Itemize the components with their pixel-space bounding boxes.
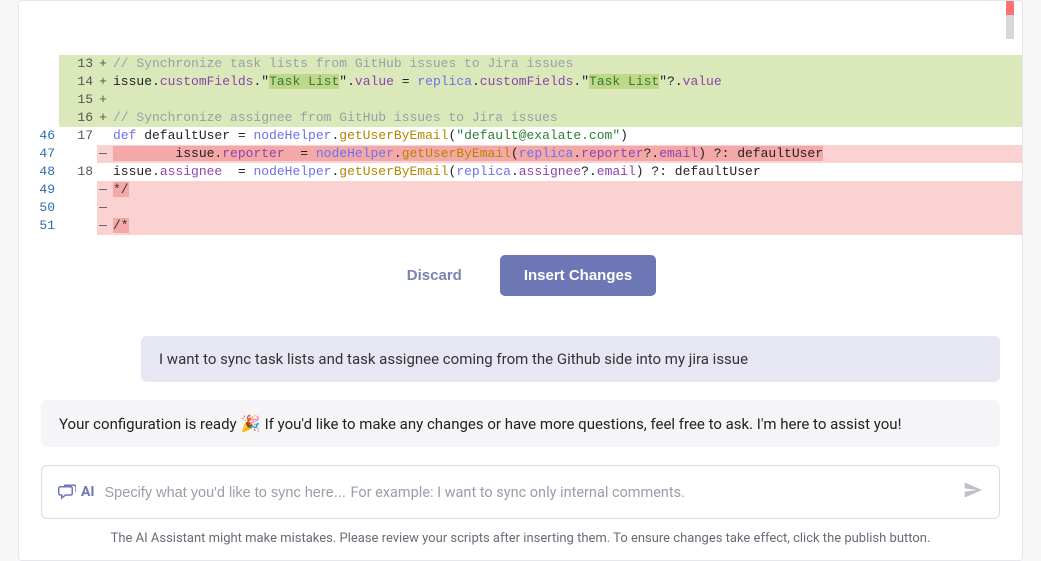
gutter-left [19, 109, 59, 127]
gutter-left: 48 [19, 163, 59, 181]
diff-marker: + [97, 55, 109, 73]
minimap-marker-viewport [1006, 15, 1014, 39]
diff-marker: + [97, 91, 109, 109]
diff-marker: — [97, 145, 109, 163]
code-content: issue.assignee = nodeHelper.getUserByEma… [109, 163, 1022, 181]
user-message: I want to sync task lists and task assig… [141, 336, 1000, 382]
gutter-left [19, 91, 59, 109]
gutter-left: 49 [19, 181, 59, 199]
diff-line: 50 — [19, 199, 1022, 217]
chat-area: I want to sync task lists and task assig… [19, 318, 1022, 560]
gutter-right: 13 [59, 55, 97, 73]
send-icon[interactable] [963, 480, 983, 504]
diff-marker: — [97, 199, 109, 217]
chat-input-row: AI For example: I want to sync only inte… [41, 465, 1000, 519]
diff-line: 51 —/* [19, 217, 1022, 235]
diff-line: 13+// Synchronize task lists from GitHub… [19, 55, 1022, 73]
insert-changes-button[interactable]: Insert Changes [500, 255, 656, 296]
chat-icon [58, 484, 76, 500]
diff-marker: — [97, 181, 109, 199]
gutter-right: 16 [59, 109, 97, 127]
diff-marker: + [97, 109, 109, 127]
diff-line: 4617 def defaultUser = nodeHelper.getUser… [19, 127, 1022, 145]
disclaimer-text: The AI Assistant might make mistakes. Pl… [41, 519, 1000, 550]
gutter-left: 51 [19, 217, 59, 235]
gutter-right: 18 [59, 163, 97, 181]
gutter-left [19, 55, 59, 73]
diff-marker: + [97, 73, 109, 91]
gutter-right [59, 145, 97, 163]
code-content [109, 91, 1022, 109]
diff-line: 15+ [19, 91, 1022, 109]
assistant-text-post: If you'd like to make any changes or hav… [265, 415, 902, 433]
gutter-right: 14 [59, 73, 97, 91]
assistant-message: Your configuration is ready 🎉 If you'd l… [41, 400, 1000, 447]
code-content: /* [109, 217, 1022, 235]
chat-input-wrapper[interactable]: For example: I want to sync only interna… [105, 484, 953, 501]
diff-line: 49 —*/ [19, 181, 1022, 199]
gutter-left: 46 [19, 127, 59, 145]
celebration-icon: 🎉 [241, 414, 261, 433]
code-content: issue.customFields."Task List".value = r… [109, 73, 1022, 91]
main-panel: 13+// Synchronize task lists from GitHub… [18, 0, 1023, 561]
code-content [109, 199, 1022, 217]
diff-marker: — [97, 217, 109, 235]
gutter-right [59, 217, 97, 235]
diff-marker [97, 163, 109, 181]
gutter-left: 50 [19, 199, 59, 217]
ai-badge: AI [58, 484, 95, 500]
action-buttons: Discard Insert Changes [19, 235, 1022, 318]
gutter-right [59, 199, 97, 217]
gutter-left [19, 73, 59, 91]
diff-line: 4818 issue.assignee = nodeHelper.getUserB… [19, 163, 1022, 181]
code-content: */ [109, 181, 1022, 199]
diff-line: 16+// Synchronize assignee from GitHub i… [19, 109, 1022, 127]
ai-label: AI [81, 484, 95, 500]
diff-line: 47 — issue.reporter = nodeHelper.getUserB… [19, 145, 1022, 163]
code-content: // Synchronize assignee from GitHub issu… [109, 109, 1022, 127]
minimap [1006, 1, 1016, 235]
gutter-left: 47 [19, 145, 59, 163]
discard-button[interactable]: Discard [385, 255, 484, 296]
diff-line: 14+issue.customFields."Task List".value … [19, 73, 1022, 91]
code-content: issue.reporter = nodeHelper.getUserByEma… [109, 145, 1022, 163]
code-content: // Synchronize task lists from GitHub is… [109, 55, 1022, 73]
gutter-right: 17 [59, 127, 97, 145]
code-content: def defaultUser = nodeHelper.getUserByEm… [109, 127, 1022, 145]
chat-input[interactable] [105, 485, 345, 501]
chat-input-hint: For example: I want to sync only interna… [351, 484, 685, 501]
diff-marker [97, 127, 109, 145]
gutter-right: 15 [59, 91, 97, 109]
gutter-right [59, 181, 97, 199]
assistant-text-pre: Your configuration is ready [59, 415, 237, 433]
diff-viewer: 13+// Synchronize task lists from GitHub… [19, 1, 1022, 235]
